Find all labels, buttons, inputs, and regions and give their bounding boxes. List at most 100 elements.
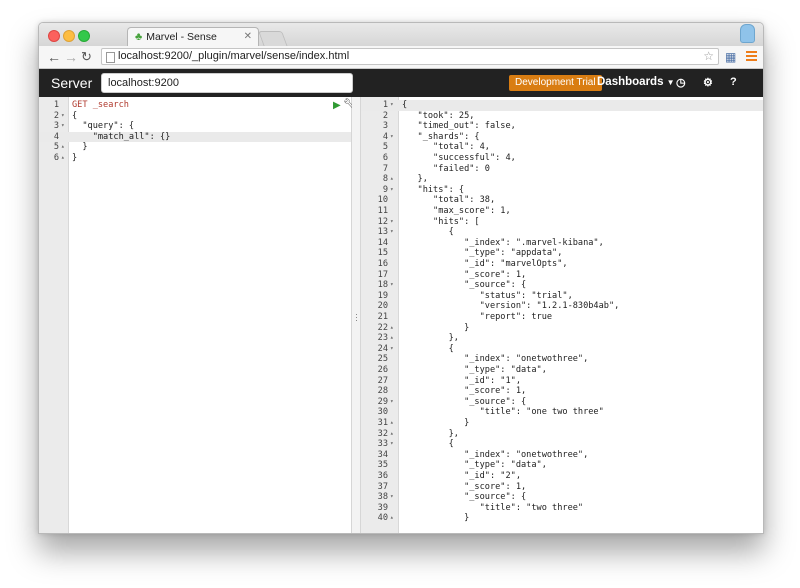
code-line[interactable]: 14 "_index": ".marvel-kibana",: [361, 238, 763, 249]
code-line[interactable]: 39 "title": "two three": [361, 503, 763, 514]
code-line[interactable]: 3 "timed_out": false,: [361, 121, 763, 132]
clock-icon[interactable]: ◷: [676, 76, 686, 89]
browser-toolbar: ← → ↻ localhost:9200/_plugin/marvel/sens…: [39, 46, 763, 69]
code-line[interactable]: 24 ▾ {: [361, 344, 763, 355]
server-input[interactable]: localhost:9200: [101, 73, 353, 93]
code-line[interactable]: 2 "took": 25,: [361, 111, 763, 122]
zoom-window-button[interactable]: [78, 30, 90, 42]
tab-title: Marvel - Sense: [146, 31, 217, 43]
fold-toggle-icon[interactable]: ▴: [61, 153, 65, 164]
line-number: 4: [53, 131, 59, 142]
help-icon[interactable]: ?: [730, 76, 737, 88]
gear-icon[interactable]: ⚙: [703, 76, 713, 89]
request-editor[interactable]: 1 GET _search 2 ▾{3 ▾ "query": {4 "match_all…: [39, 97, 356, 533]
code-line[interactable]: 34 "_index": "onetwothree",: [361, 450, 763, 461]
pane-splitter[interactable]: · · ·: [352, 97, 361, 533]
code-line[interactable]: 9 ▾ "hits": {: [361, 185, 763, 196]
fold-toggle-icon[interactable]: ▾: [390, 185, 394, 196]
code-line[interactable]: 6 "successful": 4,: [361, 153, 763, 164]
code-line[interactable]: 27 "_id": "1",: [361, 376, 763, 387]
code-line[interactable]: 15 "_type": "appdata",: [361, 248, 763, 259]
code-text: {: [72, 110, 78, 121]
code-line[interactable]: 19 "status": "trial",: [361, 291, 763, 302]
code-line[interactable]: 21 "report": true: [361, 312, 763, 323]
response-viewer[interactable]: 1 ▾{2 "took": 25, 3 "timed_out": false, 4 ▾ …: [361, 97, 763, 533]
fold-toggle-icon[interactable]: ▾: [390, 100, 394, 111]
extension-icon[interactable]: ▦: [725, 50, 736, 64]
fold-toggle-icon[interactable]: ▴: [390, 174, 394, 185]
code-line[interactable]: 40 ▴ }: [361, 513, 763, 524]
code-line[interactable]: 5 "total": 4,: [361, 142, 763, 153]
code-line[interactable]: 5 ▴ }: [39, 142, 351, 153]
bookmark-star-icon[interactable]: ☆: [703, 49, 714, 64]
code-line[interactable]: 20 "version": "1.2.1-830b4ab",: [361, 301, 763, 312]
code-line[interactable]: 18 ▾ "_source": {: [361, 280, 763, 291]
code-line[interactable]: 23 ▴ },: [361, 333, 763, 344]
close-tab-icon[interactable]: ✕: [244, 31, 252, 42]
code-line[interactable]: 2 ▾ {: [39, 111, 351, 122]
code-line[interactable]: 33 ▾ {: [361, 439, 763, 450]
page-icon: [106, 52, 115, 63]
code-line[interactable]: 3 ▾ "query": {: [39, 121, 351, 132]
code-line[interactable]: 1 GET _search: [39, 100, 351, 111]
code-line[interactable]: 28 "_score": 1,: [361, 386, 763, 397]
code-line[interactable]: 11 "max_score": 1,: [361, 206, 763, 217]
code-line[interactable]: 31 ▴ }: [361, 418, 763, 429]
code-line[interactable]: 4 ▾ "_shards": {: [361, 132, 763, 143]
code-line[interactable]: 12 ▾ "hits": [: [361, 217, 763, 228]
back-arrow-icon[interactable]: ←: [47, 49, 61, 65]
tab-marvel-sense[interactable]: ♣ Marvel - Sense ✕: [127, 27, 259, 46]
fold-toggle-icon[interactable]: ▴: [390, 418, 394, 429]
code-line[interactable]: 10 "total": 38,: [361, 195, 763, 206]
address-bar[interactable]: localhost:9200/_plugin/marvel/sense/inde…: [101, 48, 719, 65]
fold-toggle-icon[interactable]: ▾: [61, 111, 65, 122]
fold-toggle-icon[interactable]: ▾: [390, 280, 394, 291]
reload-icon[interactable]: ↻: [81, 49, 92, 65]
code-line[interactable]: 16 "_id": "marvelOpts",: [361, 259, 763, 270]
run-request-icon[interactable]: ▶: [333, 100, 341, 111]
fold-toggle-icon[interactable]: ▾: [390, 492, 394, 503]
fold-toggle-icon[interactable]: ▾: [390, 439, 394, 450]
code-line[interactable]: 38 ▾ "_source": {: [361, 492, 763, 503]
fold-toggle-icon[interactable]: ▴: [390, 513, 394, 524]
code-line[interactable]: 4 "match_all": {}: [39, 131, 351, 143]
code-line[interactable]: 7 "failed": 0: [361, 164, 763, 175]
new-tab-button[interactable]: [258, 31, 288, 47]
fold-toggle-icon[interactable]: ▴: [390, 323, 394, 334]
fold-toggle-icon[interactable]: ▾: [390, 132, 394, 143]
development-trial-button[interactable]: Development Trial: [509, 75, 602, 91]
code-line[interactable]: 13 ▾ {: [361, 227, 763, 238]
code-line[interactable]: 36 "_id": "2",: [361, 471, 763, 482]
fold-toggle-icon[interactable]: ▾: [390, 217, 394, 228]
dashboards-menu[interactable]: Dashboards ▼: [597, 76, 675, 88]
code-line[interactable]: 8 ▴ },: [361, 174, 763, 185]
code-line[interactable]: 35 "_type": "data",: [361, 460, 763, 471]
line-number: 4: [382, 131, 388, 142]
forward-arrow-icon[interactable]: →: [64, 49, 78, 65]
code-line[interactable]: 32 ▴ },: [361, 429, 763, 440]
code-line[interactable]: 26 "_type": "data",: [361, 365, 763, 376]
browser-menu-icon[interactable]: [746, 51, 757, 63]
profile-icon[interactable]: [740, 24, 755, 43]
minimize-window-button[interactable]: [63, 30, 75, 42]
code-text: "_source": {: [402, 280, 527, 291]
code-line[interactable]: 30 "title": "one two three": [361, 407, 763, 418]
code-line[interactable]: 29 ▾ "_source": {: [361, 397, 763, 408]
fold-toggle-icon[interactable]: ▴: [390, 333, 394, 344]
fold-toggle-icon[interactable]: ▾: [390, 344, 394, 355]
code-line[interactable]: 37 "_score": 1,: [361, 482, 763, 493]
fold-toggle-icon[interactable]: ▾: [390, 397, 394, 408]
fold-toggle-icon[interactable]: ▴: [61, 142, 65, 153]
fold-toggle-icon[interactable]: ▴: [390, 429, 394, 440]
code-line[interactable]: 25 "_index": "onetwothree",: [361, 354, 763, 365]
code-text: {: [402, 227, 454, 238]
close-window-button[interactable]: [48, 30, 60, 42]
line-number: 3: [382, 121, 388, 132]
code-line[interactable]: 22 ▴ }: [361, 323, 763, 334]
code-text: "took": 25,: [402, 110, 475, 121]
code-line[interactable]: 1 ▾ {: [361, 100, 763, 111]
fold-toggle-icon[interactable]: ▾: [61, 121, 65, 132]
code-line[interactable]: 17 "_score": 1,: [361, 270, 763, 281]
fold-toggle-icon[interactable]: ▾: [390, 227, 394, 238]
code-line[interactable]: 6 ▴}: [39, 153, 351, 164]
